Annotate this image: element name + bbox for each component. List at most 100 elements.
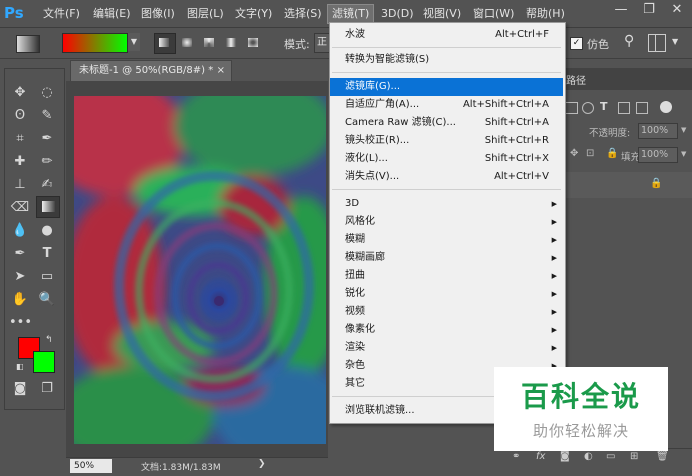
diamond-gradient-icon[interactable] bbox=[244, 34, 263, 52]
new-group-icon[interactable]: ▭ bbox=[606, 451, 615, 462]
menu-item-pixelate[interactable]: 像素化 ▶ bbox=[330, 321, 563, 339]
menu-item-adaptive-wide-angle[interactable]: 自适应广角(A)... Alt+Shift+Ctrl+A bbox=[330, 96, 563, 114]
type-tool-icon[interactable]: T bbox=[36, 244, 58, 264]
zoom-field[interactable]: 50% bbox=[70, 459, 112, 473]
new-layer-icon[interactable]: ⊞ bbox=[630, 451, 638, 462]
menu-item-render[interactable]: 渲染 ▶ bbox=[330, 339, 563, 357]
menu-help[interactable]: 帮助(H) bbox=[522, 5, 569, 23]
hand-tool-icon[interactable]: ✋ bbox=[9, 290, 31, 310]
menu-item-water-wave[interactable]: 水波 Alt+Ctrl+F bbox=[330, 26, 563, 44]
document-canvas[interactable] bbox=[74, 96, 326, 444]
filter-toggle-icon[interactable] bbox=[660, 101, 672, 113]
menu-select[interactable]: 选择(S) bbox=[280, 5, 326, 23]
menu-item-blur-gallery[interactable]: 模糊画廊 ▶ bbox=[330, 249, 563, 267]
workspace-icon[interactable] bbox=[648, 34, 666, 52]
menu-item-lens-correction[interactable]: 镜头校正(R)... Shift+Ctrl+R bbox=[330, 132, 563, 150]
paths-tab[interactable]: 路径 bbox=[566, 72, 586, 87]
document-tab[interactable]: 未标题-1 @ 50%(RGB/8#) * × bbox=[70, 60, 232, 82]
zoom-tool-icon[interactable]: 🔍 bbox=[36, 290, 58, 310]
menu-item-3d[interactable]: 3D ▶ bbox=[330, 195, 563, 213]
lock-artboard-icon[interactable]: ⊡ bbox=[586, 148, 594, 159]
pen-tool-icon[interactable]: ✒ bbox=[9, 244, 31, 264]
rectangle-tool-icon[interactable]: ▭ bbox=[36, 267, 58, 287]
menu-item-convert-smart-filter[interactable]: 转换为智能滤镜(S) bbox=[330, 51, 563, 69]
healing-brush-icon[interactable]: ✚ bbox=[9, 152, 31, 172]
menu-item-vanishing-point[interactable]: 消失点(V)... Alt+Ctrl+V bbox=[330, 168, 563, 186]
gradient-picker[interactable] bbox=[62, 33, 128, 53]
screen-mode-icon[interactable]: ❐ bbox=[36, 379, 58, 399]
menu-item-blur[interactable]: 模糊 ▶ bbox=[330, 231, 563, 249]
lock-position-icon[interactable]: ✥ bbox=[570, 148, 578, 159]
filter-adjust-icon[interactable] bbox=[582, 102, 594, 114]
delete-layer-icon[interactable]: 🗑 bbox=[656, 451, 669, 462]
default-colors-icon[interactable]: ◧ bbox=[16, 362, 24, 371]
lock-all-icon[interactable]: 🔒 bbox=[606, 148, 618, 159]
menu-item-camera-raw[interactable]: Camera Raw 滤镜(C)... Shift+Ctrl+A bbox=[330, 114, 563, 132]
dither-checkbox[interactable]: ✓ bbox=[570, 37, 583, 50]
dodge-tool-icon[interactable]: ● bbox=[36, 221, 58, 241]
blur-tool-icon[interactable]: 💧 bbox=[9, 221, 31, 241]
menu-view[interactable]: 视图(V) bbox=[419, 5, 465, 23]
quick-mask-icon[interactable]: ◙ bbox=[9, 379, 31, 399]
tool-preset-icon[interactable] bbox=[16, 35, 40, 53]
adjustment-layer-icon[interactable]: ◐ bbox=[584, 451, 593, 462]
menu-filter[interactable]: 滤镜(T) bbox=[327, 4, 375, 24]
add-mask-icon[interactable]: ◙ bbox=[560, 451, 570, 462]
clone-stamp-icon[interactable]: ⊥ bbox=[9, 175, 31, 195]
fx-icon[interactable]: fx bbox=[536, 451, 545, 462]
opacity-field[interactable]: 100% bbox=[638, 123, 678, 139]
gradient-tool-icon[interactable] bbox=[36, 196, 60, 218]
background-color-swatch[interactable] bbox=[33, 351, 55, 373]
submenu-arrow-icon: ▶ bbox=[551, 308, 557, 316]
close-window-button[interactable]: ✕ bbox=[664, 0, 690, 22]
gradient-dropdown-icon[interactable]: ▼ bbox=[128, 33, 140, 51]
quick-selection-icon[interactable]: ✎ bbox=[36, 106, 58, 126]
filter-type-icon[interactable]: T bbox=[600, 100, 608, 113]
path-selection-icon[interactable]: ➤ bbox=[9, 267, 31, 287]
menu-image[interactable]: 图像(I) bbox=[137, 5, 179, 23]
menu-item-video[interactable]: 视频 ▶ bbox=[330, 303, 563, 321]
crop-tool-icon[interactable]: ⌗ bbox=[9, 129, 31, 149]
filter-shape-icon[interactable] bbox=[618, 102, 630, 114]
angle-gradient-icon[interactable] bbox=[200, 34, 219, 52]
menu-item-liquify[interactable]: 液化(L)... Shift+Ctrl+X bbox=[330, 150, 563, 168]
swap-colors-icon[interactable]: ↰ bbox=[45, 335, 53, 345]
menu-item-filter-gallery[interactable]: 滤镜库(G)... bbox=[330, 78, 563, 96]
document-size-info: 文档:1.83M/1.83M bbox=[141, 463, 221, 473]
radial-gradient-icon[interactable] bbox=[178, 34, 197, 52]
menu-file[interactable]: 文件(F) bbox=[39, 5, 84, 23]
link-layers-icon[interactable]: ⚭ bbox=[512, 451, 520, 462]
menu-3d[interactable]: 3D(D) bbox=[377, 5, 418, 23]
menu-item-stylize[interactable]: 风格化 ▶ bbox=[330, 213, 563, 231]
linear-gradient-icon[interactable] bbox=[154, 33, 176, 54]
reflected-gradient-icon[interactable] bbox=[222, 34, 241, 52]
fill-dropdown-icon[interactable]: ▼ bbox=[681, 150, 686, 158]
menu-edit[interactable]: 编辑(E) bbox=[89, 5, 135, 23]
filter-pixel-icon[interactable] bbox=[564, 102, 578, 114]
search-icon[interactable]: ⚲ bbox=[624, 33, 634, 49]
mode-select[interactable]: 正 bbox=[314, 33, 330, 53]
menu-window[interactable]: 窗口(W) bbox=[469, 5, 518, 23]
ellipse-marquee-icon[interactable]: ◌ bbox=[36, 83, 58, 103]
fill-field[interactable]: 100% bbox=[638, 147, 678, 163]
layer-row-background[interactable]: 🔒 bbox=[560, 172, 692, 198]
opacity-dropdown-icon[interactable]: ▼ bbox=[681, 126, 686, 134]
menu-type[interactable]: 文字(Y) bbox=[231, 5, 276, 23]
move-tool-icon[interactable]: ✥ bbox=[9, 83, 31, 103]
more-tools-icon[interactable]: ••• bbox=[9, 313, 32, 333]
minimize-button[interactable]: — bbox=[608, 0, 634, 22]
restore-button[interactable]: ❐ bbox=[636, 0, 662, 22]
menu-item-distort[interactable]: 扭曲 ▶ bbox=[330, 267, 563, 285]
eyedropper-icon[interactable]: ✒ bbox=[36, 129, 58, 149]
status-menu-arrow-icon[interactable]: ❯ bbox=[258, 459, 266, 469]
eraser-tool-icon[interactable]: ⌫ bbox=[9, 198, 31, 218]
history-brush-icon[interactable]: ✍ bbox=[36, 175, 58, 195]
document-tab-close-icon[interactable]: × bbox=[217, 61, 225, 81]
filter-smart-icon[interactable] bbox=[636, 102, 648, 114]
lasso-tool-icon[interactable]: ʘ bbox=[9, 106, 31, 126]
menu-layer[interactable]: 图层(L) bbox=[183, 5, 228, 23]
panel-tab-bar: 路径 bbox=[560, 68, 692, 90]
brush-tool-icon[interactable]: ✏ bbox=[36, 152, 58, 172]
menu-item-sharpen[interactable]: 锐化 ▶ bbox=[330, 285, 563, 303]
workspace-dropdown-icon[interactable]: ▼ bbox=[672, 37, 678, 46]
